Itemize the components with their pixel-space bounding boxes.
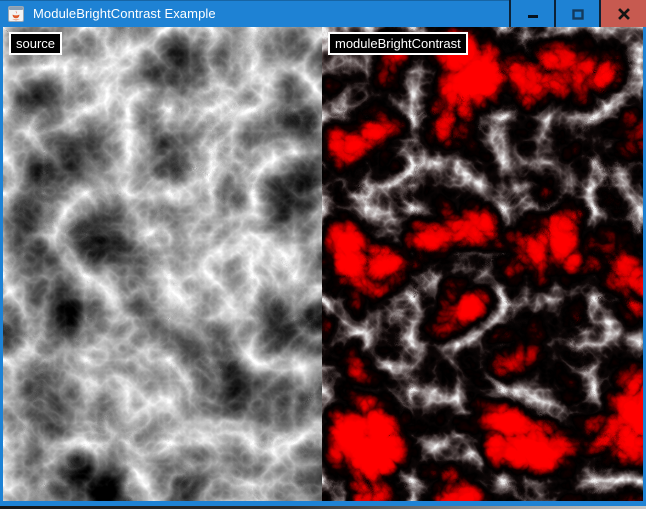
minimize-button[interactable] [509,0,554,27]
titlebar[interactable]: ModuleBrightContrast Example [0,0,646,27]
java-coffee-cup-icon [8,6,24,22]
content-area: source moduleBrightCont [0,27,646,501]
source-image-label: source [9,32,62,55]
source-image-panel: source [3,27,322,501]
app-window: ModuleBrightContrast Example [0,0,646,509]
module-brightcontrast-image [322,27,643,501]
window-title: ModuleBrightContrast Example [33,6,216,21]
maximize-button[interactable] [554,0,599,27]
window-controls [509,0,646,27]
minimize-icon [526,7,540,21]
maximize-icon [571,7,585,21]
close-button[interactable] [599,0,646,27]
module-brightcontrast-image-panel: moduleBrightContrast [322,27,643,501]
source-image [3,27,322,501]
module-brightcontrast-image-label: moduleBrightContrast [328,32,468,55]
close-icon [617,7,631,21]
